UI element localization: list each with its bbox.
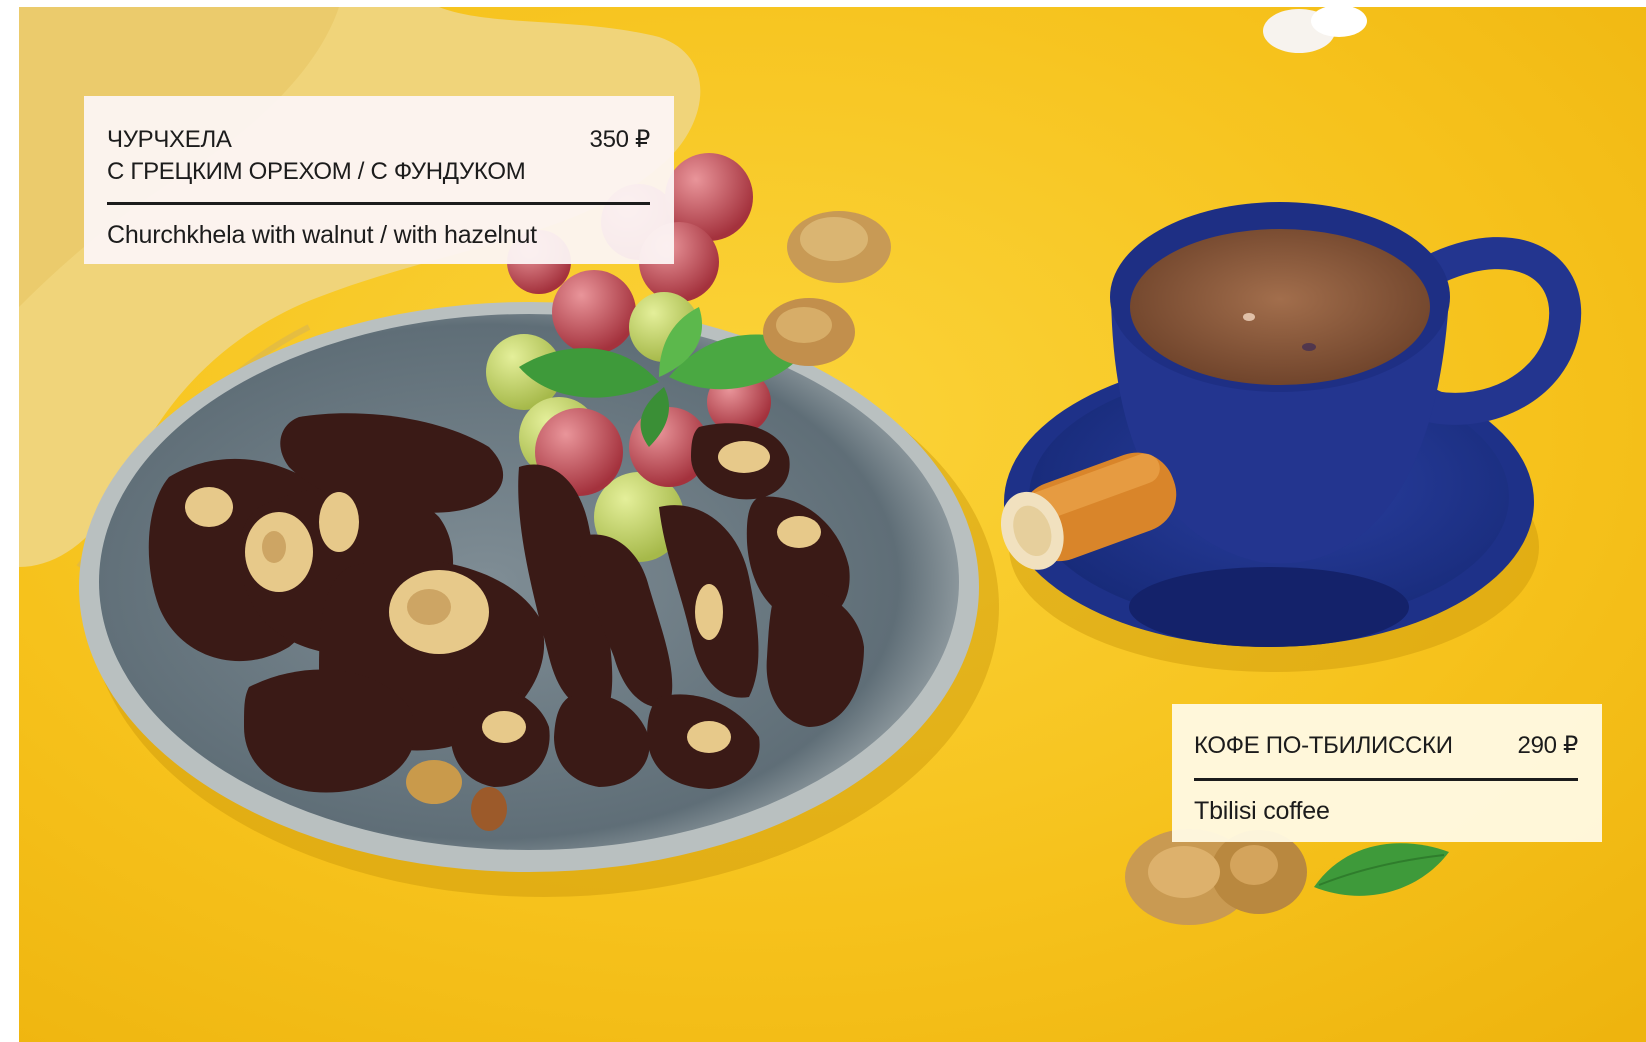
menu-card-tbilisi-coffee: КОФЕ ПО-ТБИЛИССКИ 290 ₽ Tbilisi coffee <box>1172 704 1602 842</box>
menu-page: ЧУРЧХЕЛА С ГРЕЦКИМ ОРЕХОМ / С ФУНДУКОМ 3… <box>0 0 1646 1042</box>
menu-card-header: ЧУРЧХЕЛА С ГРЕЦКИМ ОРЕХОМ / С ФУНДУКОМ 3… <box>107 124 650 188</box>
dish-title-en: Tbilisi coffee <box>1194 797 1330 825</box>
dish-title-en: Churchkhela with walnut / with hazelnut <box>107 221 537 249</box>
dish-title-ru-line1: КОФЕ ПО-ТБИЛИССКИ <box>1194 732 1453 759</box>
divider <box>1194 778 1578 781</box>
dish-title-ru: ЧУРЧХЕЛА С ГРЕЦКИМ ОРЕХОМ / С ФУНДУКОМ <box>107 124 526 188</box>
dish-title-ru-line2: С ГРЕЦКИМ ОРЕХОМ / С ФУНДУКОМ <box>107 158 526 185</box>
dish-price: 290 ₽ <box>1517 732 1579 759</box>
menu-card-header: КОФЕ ПО-ТБИЛИССКИ 290 ₽ <box>1194 730 1578 762</box>
menu-card-churchkhela: ЧУРЧХЕЛА С ГРЕЦКИМ ОРЕХОМ / С ФУНДУКОМ 3… <box>84 96 674 264</box>
dish-price: 350 ₽ <box>589 126 651 153</box>
divider <box>107 202 650 205</box>
dish-title-ru-line1: ЧУРЧХЕЛА <box>107 126 232 153</box>
